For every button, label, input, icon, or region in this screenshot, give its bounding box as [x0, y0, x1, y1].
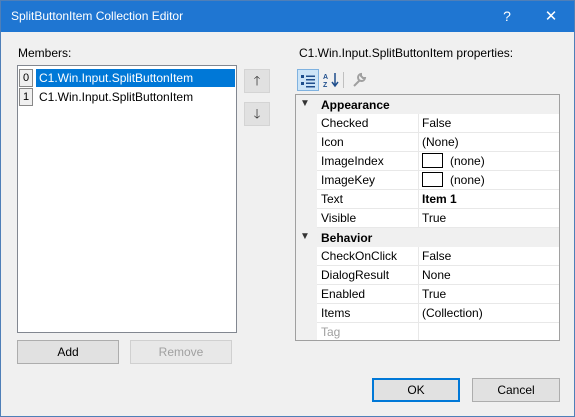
- property-name: ImageIndex: [317, 152, 419, 171]
- arrow-down-icon: 🡓: [253, 106, 261, 121]
- property-name: Icon: [317, 133, 419, 152]
- list-item-text: C1.Win.Input.SplitButtonItem: [36, 69, 235, 87]
- row-margin: [296, 114, 317, 133]
- members-label: Members:: [18, 46, 72, 60]
- property-value-text: (none): [450, 154, 485, 168]
- categorized-view-button[interactable]: [297, 69, 319, 91]
- property-grid-toolbar: A Z: [295, 69, 560, 93]
- category-behavior[interactable]: ▼ Behavior: [296, 228, 559, 247]
- move-up-button[interactable]: 🡑: [244, 69, 270, 93]
- arrow-up-icon: 🡑: [253, 73, 261, 88]
- window-title: SplitButtonItem Collection Editor: [11, 9, 184, 23]
- property-row[interactable]: Checked False: [296, 114, 559, 133]
- ok-button[interactable]: OK: [372, 378, 460, 402]
- categorized-icon: [301, 75, 315, 88]
- property-row[interactable]: Visible True: [296, 209, 559, 228]
- property-name: Visible: [317, 209, 419, 228]
- category-appearance[interactable]: ▼ Appearance: [296, 95, 559, 114]
- close-button[interactable]: ✕: [529, 1, 573, 32]
- move-down-button[interactable]: 🡓: [244, 102, 270, 126]
- category-name: Appearance: [321, 98, 390, 112]
- property-value[interactable]: True: [419, 209, 559, 228]
- svg-text:Z: Z: [323, 82, 328, 88]
- property-value[interactable]: (none): [419, 171, 559, 190]
- properties-label: C1.Win.Input.SplitButtonItem properties:: [299, 46, 514, 60]
- property-row[interactable]: Text Item 1: [296, 190, 559, 209]
- property-row[interactable]: ImageKey (none): [296, 171, 559, 190]
- property-name: Items: [317, 304, 419, 323]
- property-value[interactable]: None: [419, 266, 559, 285]
- property-value[interactable]: (Collection): [419, 304, 559, 323]
- wrench-icon: [353, 72, 367, 87]
- alphabetical-view-button[interactable]: A Z: [321, 69, 343, 91]
- property-pages-button[interactable]: [348, 69, 370, 91]
- row-margin: [296, 285, 317, 304]
- members-listbox[interactable]: 0 C1.Win.Input.SplitButtonItem 1 C1.Win.…: [17, 65, 237, 333]
- collapse-chevron-icon[interactable]: ▼: [300, 98, 310, 109]
- property-value[interactable]: False: [419, 114, 559, 133]
- row-margin: [296, 304, 317, 323]
- property-value[interactable]: [419, 323, 559, 340]
- help-button[interactable]: ?: [485, 1, 529, 32]
- sort-az-icon: A Z: [323, 73, 339, 89]
- property-name: DialogResult: [317, 266, 419, 285]
- category-name: Behavior: [321, 231, 373, 245]
- property-name: Checked: [317, 114, 419, 133]
- property-value[interactable]: True: [419, 285, 559, 304]
- property-row[interactable]: Icon (None): [296, 133, 559, 152]
- row-margin: [296, 171, 317, 190]
- property-value[interactable]: Item 1: [419, 190, 559, 209]
- list-item-index: 1: [19, 88, 33, 106]
- cancel-button[interactable]: Cancel: [472, 378, 560, 402]
- row-margin: [296, 266, 317, 285]
- image-preview-swatch: [422, 153, 443, 169]
- property-name: ImageKey: [317, 171, 419, 190]
- property-grid[interactable]: ▼ Appearance Checked False Icon (None) I…: [295, 94, 560, 341]
- collapse-chevron-icon[interactable]: ▼: [300, 231, 310, 242]
- list-item[interactable]: 1 C1.Win.Input.SplitButtonItem: [19, 88, 235, 106]
- collection-editor-dialog: SplitButtonItem Collection Editor ? ✕ Me…: [0, 0, 575, 417]
- row-margin: [296, 323, 317, 340]
- property-row[interactable]: Items (Collection): [296, 304, 559, 323]
- row-margin: [296, 152, 317, 171]
- remove-button[interactable]: Remove: [130, 340, 232, 364]
- image-preview-swatch: [422, 172, 443, 188]
- row-margin: [296, 190, 317, 209]
- row-margin: [296, 133, 317, 152]
- list-item-index: 0: [19, 69, 33, 87]
- property-name: Enabled: [317, 285, 419, 304]
- property-row[interactable]: Enabled True: [296, 285, 559, 304]
- property-row[interactable]: Tag: [296, 323, 559, 340]
- list-item[interactable]: 0 C1.Win.Input.SplitButtonItem: [19, 69, 235, 87]
- property-name: CheckOnClick: [317, 247, 419, 266]
- svg-text:A: A: [323, 74, 328, 81]
- property-name: Text: [317, 190, 419, 209]
- property-value-text: (none): [450, 173, 485, 187]
- toolbar-separator: [343, 72, 344, 88]
- property-value[interactable]: (none): [419, 152, 559, 171]
- row-margin: [296, 209, 317, 228]
- property-name: Tag: [317, 323, 419, 340]
- property-value[interactable]: (None): [419, 133, 559, 152]
- list-item-text: C1.Win.Input.SplitButtonItem: [39, 90, 194, 104]
- add-button[interactable]: Add: [17, 340, 119, 364]
- property-row[interactable]: DialogResult None: [296, 266, 559, 285]
- property-row[interactable]: ImageIndex (none): [296, 152, 559, 171]
- title-bar: SplitButtonItem Collection Editor ? ✕: [1, 1, 574, 32]
- property-value[interactable]: False: [419, 247, 559, 266]
- property-row[interactable]: CheckOnClick False: [296, 247, 559, 266]
- row-margin: [296, 247, 317, 266]
